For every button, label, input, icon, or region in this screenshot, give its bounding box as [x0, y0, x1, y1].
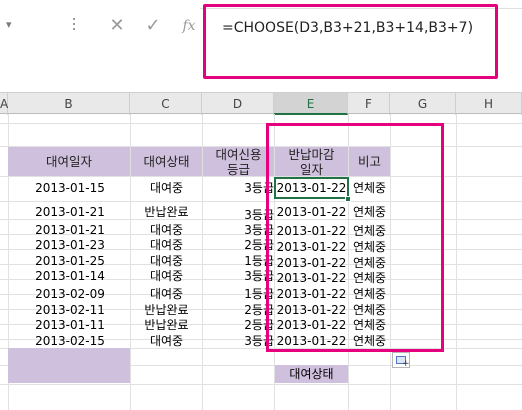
header-credit-grade-line1: 대여신용: [215, 146, 262, 162]
chevron-down-icon[interactable]: ▾: [6, 18, 18, 31]
column-header-c[interactable]: C: [130, 93, 202, 115]
gridline: [0, 384, 522, 385]
insert-function-icon[interactable]: fx: [178, 14, 200, 38]
header-credit-grade-line2: 등급: [226, 161, 250, 177]
column-header-g[interactable]: G: [390, 93, 456, 115]
cell-status[interactable]: 대여중: [131, 269, 202, 284]
cell-date[interactable]: 2013-01-21: [30, 223, 110, 238]
drag-handle[interactable]: [73, 14, 75, 36]
result-highlight-box: [266, 123, 444, 352]
column-header-h[interactable]: H: [456, 93, 522, 115]
formula-highlight-box: [203, 4, 498, 79]
cell-date[interactable]: 2013-01-14: [30, 269, 110, 284]
column-header-a[interactable]: A: [0, 93, 8, 115]
cell-date[interactable]: 2013-01-21: [30, 205, 110, 220]
autofill-options-icon[interactable]: +: [392, 352, 410, 369]
cell-status[interactable]: 대여중: [131, 334, 202, 349]
cell-date[interactable]: 2013-02-11: [30, 303, 110, 318]
header-rental-date[interactable]: 대여일자: [8, 147, 130, 176]
cell-date[interactable]: 2013-01-11: [30, 318, 110, 333]
cell-status[interactable]: 대여중: [131, 238, 202, 253]
cell-date[interactable]: 2013-02-15: [30, 334, 110, 349]
cell-status[interactable]: 반납완료: [131, 205, 202, 220]
cell-date[interactable]: 2013-01-23: [30, 238, 110, 253]
column-header-e[interactable]: E: [274, 93, 348, 115]
column-header-f[interactable]: F: [348, 93, 390, 115]
cell-date[interactable]: 2013-01-15: [30, 181, 110, 196]
enter-icon[interactable]: ✓: [142, 14, 164, 38]
cell-status[interactable]: 대여중: [131, 223, 202, 238]
header-credit-grade[interactable]: 대여신용 등급: [203, 146, 274, 177]
column-header-b[interactable]: B: [8, 93, 130, 115]
cell-status[interactable]: 대여중: [131, 181, 202, 196]
shaded-cell-block[interactable]: [8, 348, 130, 383]
cell-status[interactable]: 반납완료: [131, 318, 202, 333]
cell-date[interactable]: 2013-02-09: [30, 287, 110, 302]
column-header-row: A B C D E F G H: [0, 92, 522, 115]
cell-status[interactable]: 반납완료: [131, 303, 202, 318]
header-rental-status[interactable]: 대여상태: [131, 147, 202, 176]
formula-bar-area: ▾ ✕ ✓ fx =CHOOSE(D3,B3+21,B3+14,B3+7): [0, 0, 522, 92]
cancel-icon[interactable]: ✕: [106, 14, 128, 38]
criteria-header-label: 대여상태: [289, 367, 334, 381]
cell-status[interactable]: 대여중: [131, 254, 202, 269]
cell-date[interactable]: 2013-01-25: [30, 254, 110, 269]
cell-status[interactable]: 대여중: [131, 287, 202, 302]
column-header-d[interactable]: D: [202, 93, 274, 115]
